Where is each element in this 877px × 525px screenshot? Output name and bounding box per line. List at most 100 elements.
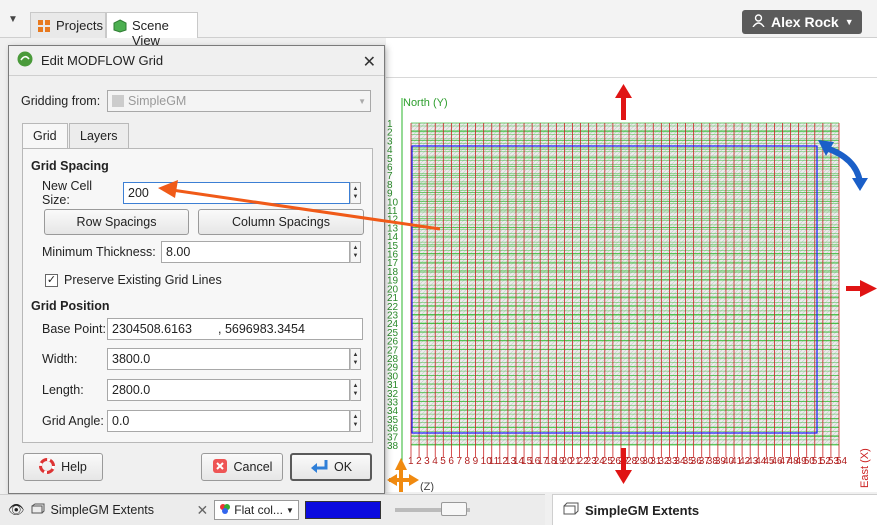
extents-icon [563, 502, 579, 518]
grid-angle-spinner[interactable]: ▲ ▼ [350, 410, 361, 432]
gridding-from-label: Gridding from: [21, 94, 101, 108]
scene-view[interactable]: 1 2 3 4 5 6 7 8 9 10 11 12 13 14 15 16 17 18 19 20 21 22 23 24 2… [386, 38, 877, 492]
colour-palette-icon [219, 503, 231, 518]
col-label: 54 [836, 456, 848, 467]
row-label: 38 [387, 441, 399, 452]
z-axis-label: (Z) [420, 481, 434, 492]
col-label: 1 [408, 456, 414, 467]
cube-icon [113, 19, 127, 33]
grid-tab-panel: Grid Spacing New Cell Size: 200 ▲ ▼ Row S… [22, 148, 373, 443]
help-button-label: Help [61, 460, 87, 474]
move-up-arrow-icon[interactable] [615, 84, 632, 120]
min-thickness-field[interactable]: 8.00 [161, 241, 350, 263]
preserve-grid-lines-row[interactable]: ✓ Preserve Existing Grid Lines [45, 273, 222, 287]
col-label: 2 [416, 456, 422, 467]
grid-spacing-heading: Grid Spacing [31, 159, 109, 173]
new-cell-size-label: New Cell Size: [42, 179, 93, 207]
tab-projects-label: Projects [56, 18, 103, 33]
scene-list-row[interactable]: 👁 SimpleGM Extents ✕ Flat col... ▼ [0, 494, 545, 525]
user-menu-button[interactable]: Alex Rock ▼ [742, 10, 862, 34]
grid-angle-label: Grid Angle: [42, 414, 104, 428]
move-right-arrow-icon[interactable] [846, 280, 877, 297]
base-point-y: , 5696983.3454 [218, 322, 305, 336]
east-axis-label: East (X) [859, 448, 871, 488]
width-spinner[interactable]: ▲ ▼ [350, 348, 361, 370]
col-label: 8 [465, 456, 471, 467]
gridding-from-value: SimpleGM [128, 94, 187, 108]
projects-icon [37, 19, 51, 33]
row-spacings-button[interactable]: Row Spacings [44, 209, 189, 235]
ok-arrow-icon [310, 458, 328, 477]
north-axis-label: North (Y) [403, 97, 448, 109]
scene-object-name: SimpleGM Extents [50, 503, 155, 517]
length-label: Length: [42, 383, 84, 397]
grid-position-heading: Grid Position [31, 299, 110, 313]
chevron-down-icon: ▼ [285, 505, 294, 515]
width-label: Width: [42, 352, 78, 366]
chevron-down-icon: ▼ [358, 96, 366, 106]
length-row: Length: 2800.0 ▲ ▼ [42, 379, 361, 401]
col-label: 6 [448, 456, 454, 467]
colour-mode-select[interactable]: Flat col... ▼ [214, 500, 299, 520]
new-cell-size-spinner[interactable]: ▲ ▼ [350, 182, 361, 204]
base-point-field[interactable]: 2304508.6163 , 5696983.3454 [107, 318, 363, 340]
base-point-row: Base Point: 2304508.6163 , 5696983.3454 [42, 318, 363, 340]
length-field[interactable]: 2800.0 [107, 379, 350, 401]
scene-toolbar [386, 38, 877, 78]
min-thickness-label: Minimum Thickness: [42, 245, 156, 259]
user-icon [752, 14, 765, 30]
col-label: 9 [473, 456, 479, 467]
tab-menu-icon[interactable]: ▼ [8, 14, 20, 26]
opacity-slider-thumb[interactable] [440, 502, 467, 516]
ok-button[interactable]: OK [290, 453, 372, 481]
edit-modflow-grid-dialog: Edit MODFLOW Grid ✕ Gridding from: Simpl… [8, 45, 385, 494]
colour-swatch[interactable] [304, 501, 381, 519]
leapfrog-icon [17, 51, 33, 70]
dialog-title: Edit MODFLOW Grid [41, 53, 164, 68]
grid-angle-row: Grid Angle: 0.0 ▲ ▼ [42, 410, 361, 432]
colour-mode-value: Flat col... [234, 503, 283, 517]
user-name: Alex Rock [771, 14, 839, 30]
row-labels: 1234567891011121314151617181920212223242… [387, 119, 399, 452]
scene-canvas[interactable]: 1234567891011121314151617181920212223242… [386, 78, 877, 492]
tab-bar: ▼ Projects Scene View Alex Rock ▼ [0, 0, 877, 48]
tab-projects[interactable]: Projects [30, 12, 106, 38]
base-point-label: Base Point: [42, 322, 106, 336]
col-label: 4 [432, 456, 438, 467]
min-thickness-row: Minimum Thickness: 8.00 ▲ ▼ [42, 241, 361, 263]
lifebuoy-icon [39, 457, 56, 477]
remove-icon[interactable]: ✕ [197, 502, 209, 519]
col-label: 5 [440, 456, 446, 467]
help-button[interactable]: Help [23, 453, 103, 481]
properties-panel-header: SimpleGM Extents [552, 494, 877, 525]
properties-title: SimpleGM Extents [585, 502, 700, 518]
extents-icon [31, 503, 45, 518]
width-field[interactable]: 3800.0 [107, 348, 350, 370]
close-icon[interactable]: ✕ [363, 52, 376, 72]
new-cell-size-field[interactable]: 200 [123, 182, 350, 204]
chevron-down-icon: ▼ [844, 17, 854, 27]
cancel-button-label: Cancel [233, 460, 273, 474]
base-point-x: 2304508.6163 [112, 322, 192, 336]
column-spacings-button[interactable]: Column Spacings [198, 209, 364, 235]
gridding-from-select[interactable]: SimpleGM ▼ [107, 90, 371, 112]
tab-scene-view-label: Scene View [132, 18, 169, 48]
col-labels: 1 2 3 4 5 6 7 8 9 1011121314151617181920212223242… [408, 456, 848, 467]
move-handle-icon[interactable] [387, 458, 419, 492]
tab-scene-view[interactable]: Scene View [106, 12, 198, 48]
visibility-eye-icon[interactable]: 👁 [8, 502, 25, 518]
opacity-slider[interactable] [394, 502, 470, 516]
cancel-button[interactable]: Cancel [201, 453, 283, 481]
new-cell-size-row: New Cell Size: 200 ▲ ▼ [42, 179, 361, 207]
col-label: 7 [456, 456, 462, 467]
grid-angle-field[interactable]: 0.0 [107, 410, 350, 432]
preserve-grid-lines-label: Preserve Existing Grid Lines [64, 273, 222, 287]
length-spinner[interactable]: ▲ ▼ [350, 379, 361, 401]
preserve-grid-lines-checkbox[interactable]: ✓ [45, 273, 58, 287]
width-row: Width: 3800.0 ▲ ▼ [42, 348, 361, 370]
gridding-from-row: Gridding from: SimpleGM ▼ [21, 90, 371, 112]
tab-layers[interactable]: Layers [69, 123, 129, 149]
min-thickness-spinner[interactable]: ▲ ▼ [350, 241, 361, 263]
geological-model-icon [112, 95, 124, 107]
tab-grid[interactable]: Grid [22, 123, 68, 150]
